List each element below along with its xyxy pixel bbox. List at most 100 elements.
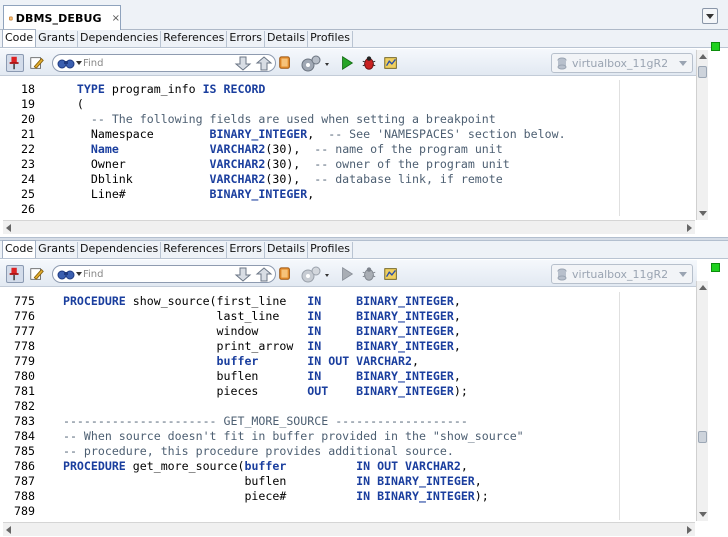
connection-select[interactable]: virtualbox_11gR2 [551,53,693,73]
compile-options-button[interactable] [298,54,330,72]
vertical-scrollbar-bottom[interactable] [696,281,708,521]
profile-button[interactable] [382,265,400,283]
code-keyword: BINARY_INTEGER [209,127,308,141]
code-text: Owner [49,157,210,171]
compile-options-button[interactable] [298,265,330,283]
code-text: , [474,474,482,488]
line-number: 776 [14,309,35,323]
code-text: ); [453,384,468,398]
code-keyword: PROCEDURE [62,459,126,473]
code-text: , [453,369,461,383]
code-line: TYPE program_info IS RECORD [49,82,265,97]
edit-button[interactable] [28,265,46,283]
run-play-icon [342,55,354,71]
code-editor-bottom[interactable]: 775 PROCEDURE show_source(first_line IN … [3,292,695,520]
code-line: pieces OUT BINARY_INTEGER); [49,384,468,399]
vertical-scrollbar-top[interactable] [696,50,708,220]
find-prev-next-arrows[interactable] [234,265,274,283]
edit-button[interactable] [28,54,46,72]
code-line: Name VARCHAR2(30), -- name of the progra… [49,142,503,157]
line-number: 784 [14,429,35,443]
tab-grants[interactable]: Grants [36,31,78,47]
code-keyword: BINARY_INTEGER [356,384,454,398]
code-keyword: IN BINARY_INTEGER [356,489,475,503]
horizontal-scrollbar-bottom[interactable] [3,522,695,536]
pin-button[interactable] [6,54,24,72]
horizontal-scrollbar-top[interactable] [3,220,695,234]
code-line: window IN BINARY_INTEGER, [49,324,461,339]
tab-references[interactable]: References [161,242,228,258]
scroll-right-icon[interactable] [687,526,692,534]
scroll-thumb[interactable] [698,66,707,78]
code-keyword: OUT [307,384,329,398]
scroll-thumb[interactable] [698,431,707,443]
compile-button[interactable] [276,265,294,283]
debug-button[interactable] [360,54,378,72]
editor-tab-dbms-debug[interactable]: DBMS_DEBUG × [3,5,121,30]
scroll-down-icon[interactable] [699,512,707,517]
code-comment: -- owner of the program unit [314,157,510,171]
scroll-up-icon[interactable] [699,54,707,59]
code-text: last_line [49,309,308,323]
code-keyword: IN [307,339,322,353]
tab-profiles[interactable]: Profiles [308,31,354,47]
line-number: 25 [21,187,35,201]
code-keyword: IN [307,324,322,338]
find-input[interactable] [83,267,233,281]
tab-code[interactable]: Code [2,240,37,258]
scroll-right-icon[interactable] [687,224,692,232]
code-comment: -- procedure, this procedure provides ad… [62,444,454,458]
code-keyword: BINARY_INTEGER [356,294,454,308]
scroll-left-icon[interactable] [6,526,11,534]
run-button[interactable] [338,54,356,72]
find-input[interactable] [83,56,233,70]
tab-profiles[interactable]: Profiles [308,242,354,258]
connection-chevron-down-icon [679,61,687,66]
tab-errors[interactable]: Errors [227,31,265,47]
edit-pencil-icon [30,57,44,69]
tab-errors[interactable]: Errors [227,242,265,258]
compile-button[interactable] [276,54,294,72]
tab-details[interactable]: Details [265,242,309,258]
package-icon [9,16,13,20]
tab-dependencies[interactable]: Dependencies [78,242,162,258]
find-prev-next-arrows[interactable] [234,54,274,72]
profile-button[interactable] [382,54,400,72]
status-indicator-green [711,42,720,51]
run-button[interactable] [338,265,356,283]
code-editor-top[interactable]: 18 TYPE program_info IS RECORD 19 (20 -- … [3,80,695,216]
code-text: window [49,324,308,338]
profile-icon [384,268,397,280]
tab-code[interactable]: Code [2,29,37,47]
code-text: , [307,187,315,201]
debug-button[interactable] [360,265,378,283]
code-keyword: IN OUT VARCHAR2 [356,459,461,473]
code-keyword: VARCHAR2 [209,157,266,171]
scroll-up-icon[interactable] [699,285,707,290]
find-options-chevron-icon[interactable] [76,272,82,276]
code-keyword: TYPE [76,82,105,96]
find-options-chevron-icon[interactable] [76,61,82,65]
connection-select[interactable]: virtualbox_11gR2 [551,264,693,284]
scroll-down-icon[interactable] [699,211,707,216]
code-line: Namespace BINARY_INTEGER, -- See 'NAMESP… [49,127,566,142]
tab-details[interactable]: Details [265,31,309,47]
tab-dependencies[interactable]: Dependencies [78,31,162,47]
code-line: Owner VARCHAR2(30), -- owner of the prog… [49,157,510,172]
code-keyword: buffer [244,459,287,473]
tab-references[interactable]: References [161,31,228,47]
tab-list-dropdown-icon[interactable] [702,8,718,24]
scroll-left-icon[interactable] [6,224,11,232]
pin-button[interactable] [6,265,24,283]
tab-grants[interactable]: Grants [36,242,78,258]
code-line: print_arrow IN BINARY_INTEGER, [49,339,461,354]
close-tab-icon[interactable]: × [112,13,120,24]
database-icon [557,268,567,280]
